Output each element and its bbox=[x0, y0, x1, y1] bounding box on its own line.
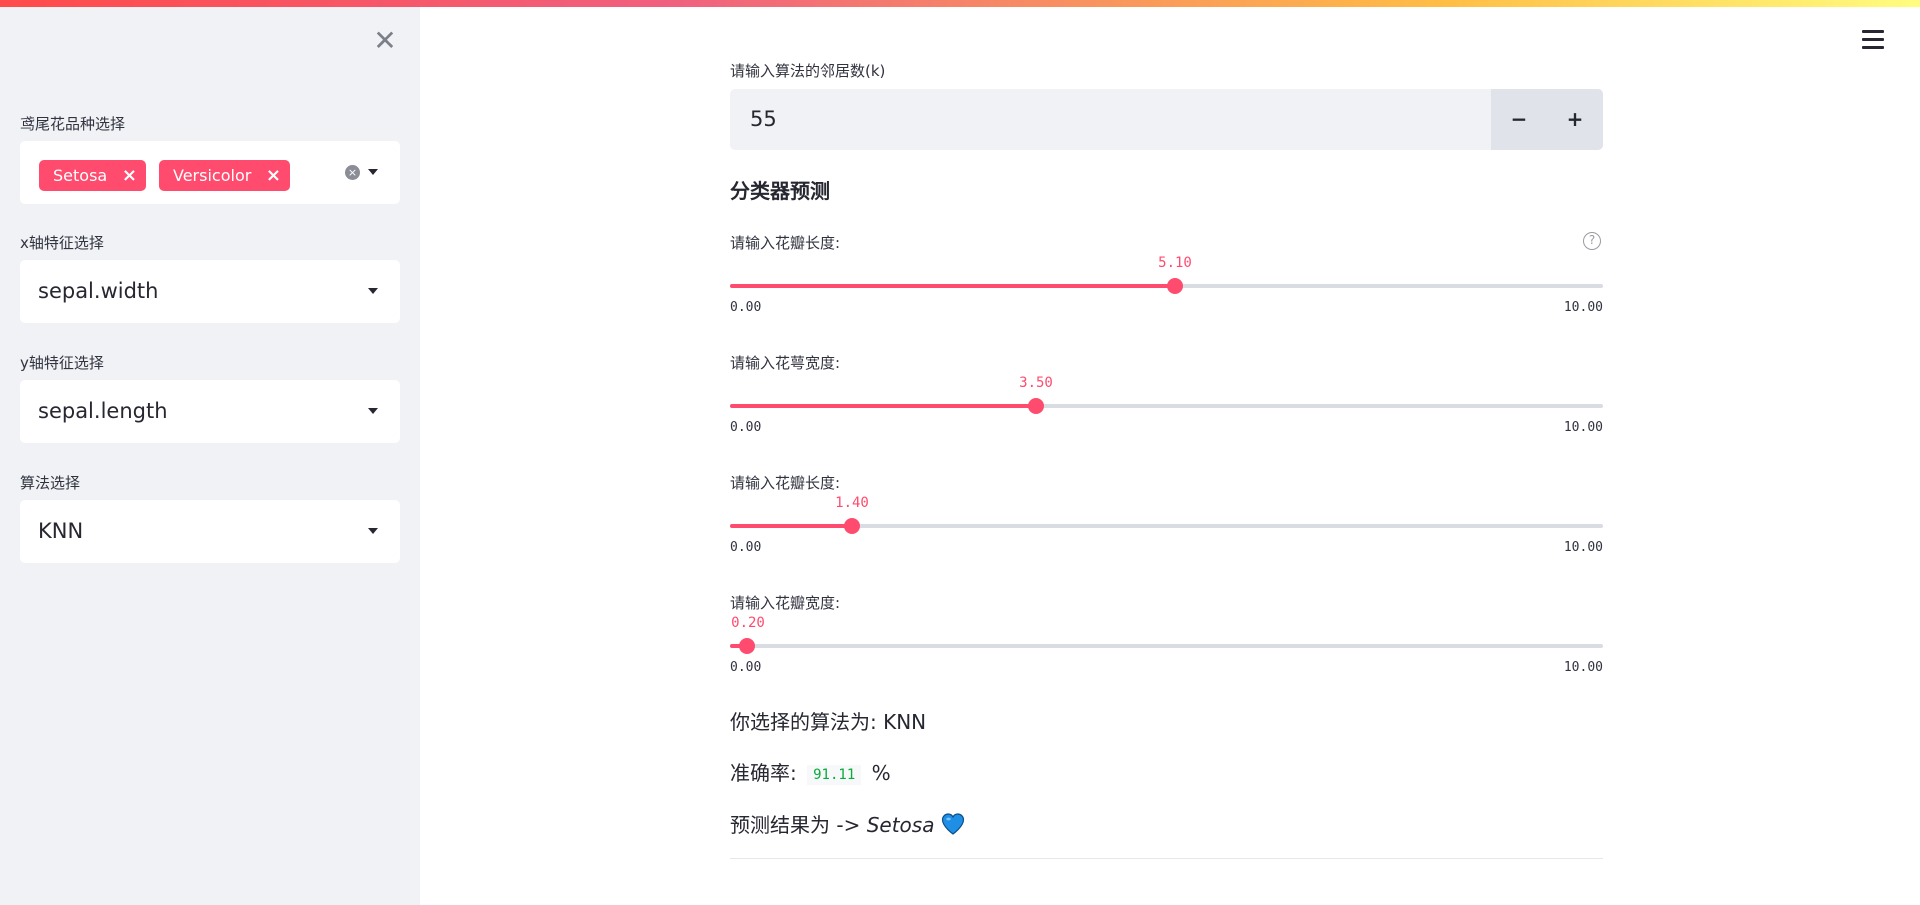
algorithm-result-text: 你选择的算法为: KNN bbox=[730, 710, 927, 734]
slider-thumb[interactable] bbox=[844, 518, 860, 534]
slider-petal-length[interactable]: 5.10 0.00 10.00 bbox=[730, 236, 1603, 316]
slider-fill bbox=[730, 284, 1175, 288]
k-input-value[interactable]: 55 bbox=[750, 89, 777, 150]
k-number-input[interactable]: 55 − + bbox=[730, 89, 1603, 150]
slider-min: 0.00 bbox=[730, 300, 762, 315]
slider-thumb[interactable] bbox=[739, 638, 755, 654]
chevron-down-icon bbox=[368, 288, 378, 294]
x-axis-select-label: x轴特征选择 bbox=[20, 234, 104, 252]
tag-setosa: Setosa × bbox=[39, 160, 146, 191]
slider-min: 0.00 bbox=[730, 420, 762, 435]
slider-fill bbox=[730, 404, 1036, 408]
slider-sepal-width[interactable]: 3.50 0.00 10.00 bbox=[730, 356, 1603, 436]
x-axis-select[interactable]: sepal.width bbox=[20, 260, 400, 323]
chevron-down-icon bbox=[368, 408, 378, 414]
tag-versicolor: Versicolor × bbox=[159, 160, 290, 191]
close-sidebar-icon[interactable]: ✕ bbox=[370, 26, 400, 56]
increment-button[interactable]: + bbox=[1547, 89, 1603, 150]
y-axis-select[interactable]: sepal.length bbox=[20, 380, 400, 443]
slider-track[interactable] bbox=[730, 644, 1603, 648]
slider-petal-width[interactable]: 0.20 0.00 10.00 bbox=[730, 596, 1603, 676]
accuracy-line: 准确率: 91.11 % bbox=[730, 757, 891, 786]
y-axis-select-label: y轴特征选择 bbox=[20, 354, 104, 372]
accuracy-value: 91.11 bbox=[807, 764, 862, 785]
hamburger-menu-icon[interactable] bbox=[1862, 30, 1884, 50]
slider-value: 0.20 bbox=[731, 615, 765, 631]
remove-tag-icon[interactable]: × bbox=[122, 160, 137, 191]
slider-thumb[interactable] bbox=[1028, 398, 1044, 414]
slider-max: 10.00 bbox=[1563, 540, 1603, 555]
prediction-line: 预测结果为 -> Setosa bbox=[730, 809, 965, 838]
species-multiselect[interactable]: Setosa × Versicolor × × bbox=[20, 141, 400, 204]
accuracy-suffix: % bbox=[871, 761, 891, 785]
blue-heart-icon bbox=[941, 813, 964, 835]
sidebar: ✕ 鸢尾花品种选择 Setosa × Versicolor × × x轴特征选择… bbox=[0, 0, 420, 905]
tag-label: Setosa bbox=[53, 166, 108, 185]
slider-max: 10.00 bbox=[1563, 420, 1603, 435]
section-title: 分类器预测 bbox=[730, 179, 830, 203]
slider-max: 10.00 bbox=[1563, 660, 1603, 675]
slider-petal-length-2[interactable]: 1.40 0.00 10.00 bbox=[730, 476, 1603, 556]
top-decoration-bar bbox=[0, 0, 1920, 7]
x-axis-select-value: sepal.width bbox=[38, 279, 159, 303]
slider-thumb[interactable] bbox=[1167, 278, 1183, 294]
k-input-label: 请输入算法的邻居数(k) bbox=[730, 62, 886, 80]
slider-min: 0.00 bbox=[730, 660, 762, 675]
algorithm-select-value: KNN bbox=[38, 519, 84, 543]
algorithm-select[interactable]: KNN bbox=[20, 500, 400, 563]
slider-value: 3.50 bbox=[1019, 375, 1053, 391]
slider-value: 1.40 bbox=[835, 495, 869, 511]
prediction-value: Setosa bbox=[866, 813, 935, 837]
accuracy-prefix: 准确率: bbox=[730, 761, 797, 785]
chevron-down-icon[interactable] bbox=[368, 169, 378, 175]
slider-fill bbox=[730, 524, 852, 528]
decrement-button[interactable]: − bbox=[1491, 89, 1547, 150]
chevron-down-icon bbox=[368, 528, 378, 534]
tag-label: Versicolor bbox=[173, 166, 252, 185]
slider-max: 10.00 bbox=[1563, 300, 1603, 315]
slider-track[interactable] bbox=[730, 524, 1603, 528]
slider-value: 5.10 bbox=[1158, 255, 1192, 271]
x-circle-icon[interactable]: × bbox=[345, 165, 360, 180]
divider bbox=[730, 858, 1603, 859]
algorithm-select-label: 算法选择 bbox=[20, 474, 81, 492]
remove-tag-icon[interactable]: × bbox=[266, 160, 281, 191]
species-select-label: 鸢尾花品种选择 bbox=[20, 115, 126, 133]
y-axis-select-value: sepal.length bbox=[38, 399, 168, 423]
prediction-prefix: 预测结果为 -> bbox=[730, 813, 861, 837]
slider-min: 0.00 bbox=[730, 540, 762, 555]
